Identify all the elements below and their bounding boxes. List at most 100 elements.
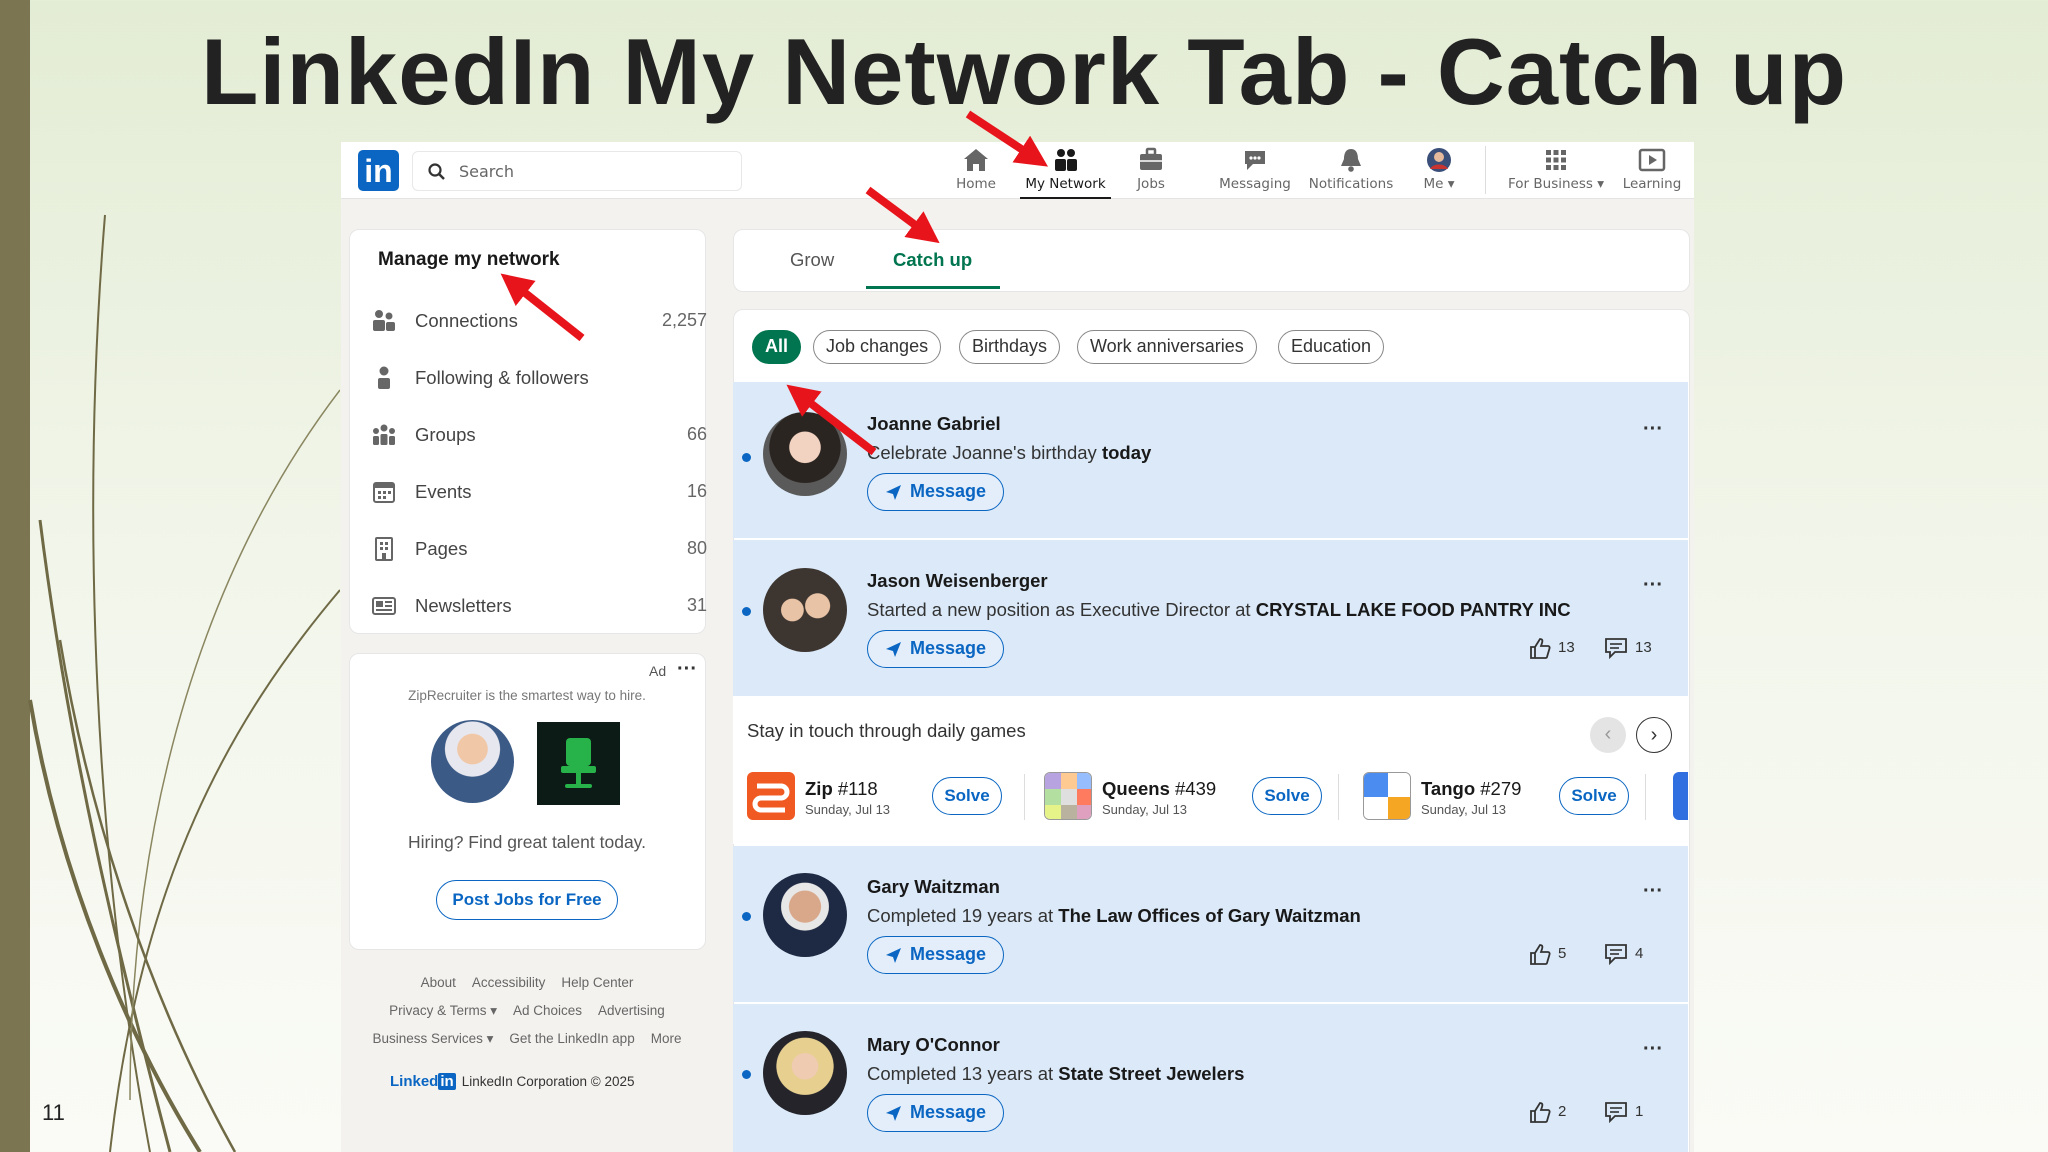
like-icon [1530,944,1551,965]
manage-item-count: 31 [686,595,707,615]
game-name[interactable]: Tango #279 [1421,778,1521,800]
linkedin-logo[interactable]: in [358,150,399,191]
manage-item-following[interactable]: Following & followers [359,359,709,399]
filter-job-changes[interactable]: Job changes [813,330,942,364]
feed-item: Mary O'Connor Completed 13 years at Stat… [733,1004,1688,1152]
likes-count[interactable]: 13 [1528,636,1575,660]
manage-item-newsletters[interactable]: Newsletters 31 [359,587,709,627]
manage-item-groups[interactable]: Groups 66 [359,416,709,456]
nav-separator [1485,146,1486,194]
person-name[interactable]: Mary O'Connor [867,1034,1000,1056]
manage-item-count: 80 [686,538,707,558]
footer-link[interactable]: More [651,1031,682,1046]
feed-description: Completed 19 years at The Law Offices of… [867,905,1361,926]
nav-messaging[interactable]: Messaging [1217,142,1293,199]
footer-link[interactable]: Help Center [561,975,633,990]
games-prev-button[interactable]: ‹ [1590,717,1626,753]
nav-my-network[interactable]: My Network [1020,142,1111,199]
more-options-icon[interactable]: ··· [1643,880,1663,903]
avatar [1427,148,1451,172]
post-jobs-button[interactable]: Post Jobs for Free [436,880,618,920]
search-bar[interactable]: Search [412,151,742,191]
message-button[interactable]: Message [867,473,1004,511]
game-name[interactable]: Zip #118 [805,778,878,800]
slide-decoration [28,214,340,1152]
nav-label: Messaging [1219,176,1291,192]
comments-count[interactable]: 1 [1603,1100,1643,1124]
footer-links-row: Privacy & Terms ▾ Ad Choices Advertising [350,1003,704,1019]
grid-icon [1546,150,1566,170]
footer-link[interactable]: Business Services ▾ [373,1031,494,1046]
tango-game-icon[interactable] [1363,772,1411,820]
manage-item-events[interactable]: Events 16 [359,473,709,513]
nav-me[interactable]: Me ▾ [1409,142,1469,199]
message-button[interactable]: Message [867,1094,1004,1132]
slide-title: LinkedIn My Network Tab - Catch up [200,19,1848,124]
solve-button[interactable]: Solve [932,777,1002,815]
comments-count[interactable]: 13 [1603,636,1652,660]
footer-link[interactable]: About [421,975,456,990]
message-button[interactable]: Message [867,936,1004,974]
connections-icon [373,310,395,331]
likes-count[interactable]: 5 [1528,942,1566,966]
manage-item-pages[interactable]: Pages 80 [359,530,709,570]
feed-item: Jason Weisenberger Started a new positio… [733,540,1688,696]
manage-item-count: 16 [686,481,707,501]
like-icon [1530,1102,1551,1123]
solve-button[interactable]: Solve [1252,777,1322,815]
avatar[interactable] [763,873,847,957]
nav-home[interactable]: Home [942,142,1010,199]
avatar[interactable] [763,568,847,652]
tab-grow[interactable]: Grow [790,249,834,271]
avatar[interactable] [763,1031,847,1115]
bell-icon [1341,149,1361,172]
games-next-button[interactable]: › [1636,717,1672,753]
ad-more-icon[interactable]: ··· [677,658,697,681]
manage-item-label: Following & followers [415,367,589,388]
next-game-icon-partial[interactable] [1673,772,1688,820]
filter-birthdays[interactable]: Birthdays [959,330,1061,364]
filter-all[interactable]: All [752,330,802,364]
more-options-icon[interactable]: ··· [1643,418,1663,441]
game-name[interactable]: Queens #439 [1102,778,1216,800]
more-options-icon[interactable]: ··· [1643,1038,1663,1061]
tab-active-indicator [866,286,1000,289]
filter-work-anniversaries[interactable]: Work anniversaries [1077,330,1257,364]
footer-link[interactable]: Get the LinkedIn app [509,1031,634,1046]
person-name[interactable]: Jason Weisenberger [867,570,1048,592]
feed-description: Celebrate Joanne's birthday today [867,442,1152,463]
filter-education[interactable]: Education [1278,330,1385,364]
more-options-icon[interactable]: ··· [1643,574,1663,597]
zip-game-icon[interactable] [747,772,795,820]
footer-link[interactable]: Accessibility [472,975,546,990]
person-name[interactable]: Joanne Gabriel [867,413,1001,435]
nav-label: Learning [1622,176,1682,192]
footer-link[interactable]: Privacy & Terms ▾ [389,1003,497,1018]
footer-link[interactable]: Advertising [598,1003,665,1018]
send-icon [886,642,901,657]
manage-item-connections[interactable]: Connections 2,257 [359,302,709,342]
comments-count[interactable]: 4 [1603,942,1643,966]
queens-game-icon[interactable] [1044,772,1092,820]
like-icon [1530,638,1551,659]
comment-icon [1605,638,1627,660]
tab-catch-up[interactable]: Catch up [893,249,972,271]
manage-item-label: Newsletters [415,595,512,616]
solve-button[interactable]: Solve [1559,777,1629,815]
nav-jobs[interactable]: Jobs [1121,142,1181,199]
nav-notifications[interactable]: Notifications [1308,142,1394,199]
footer-links-row: Business Services ▾ Get the LinkedIn app M… [350,1031,704,1047]
feed-description: Started a new position as Executive Dire… [867,599,1571,620]
footer-link[interactable]: Ad Choices [513,1003,582,1018]
home-icon [964,149,988,171]
footer-corporation: Linked in LinkedIn Corporation © 2025 [390,1073,635,1090]
message-button[interactable]: Message [867,630,1004,668]
nav-for-business[interactable]: For Business ▾ [1501,142,1611,199]
play-icon [1638,148,1666,172]
likes-count[interactable]: 2 [1528,1100,1566,1124]
unread-dot [742,453,751,462]
nav-learning[interactable]: Learning [1617,142,1687,199]
avatar[interactable] [763,412,847,496]
person-name[interactable]: Gary Waitzman [867,876,1000,898]
network-icon [1054,149,1077,171]
